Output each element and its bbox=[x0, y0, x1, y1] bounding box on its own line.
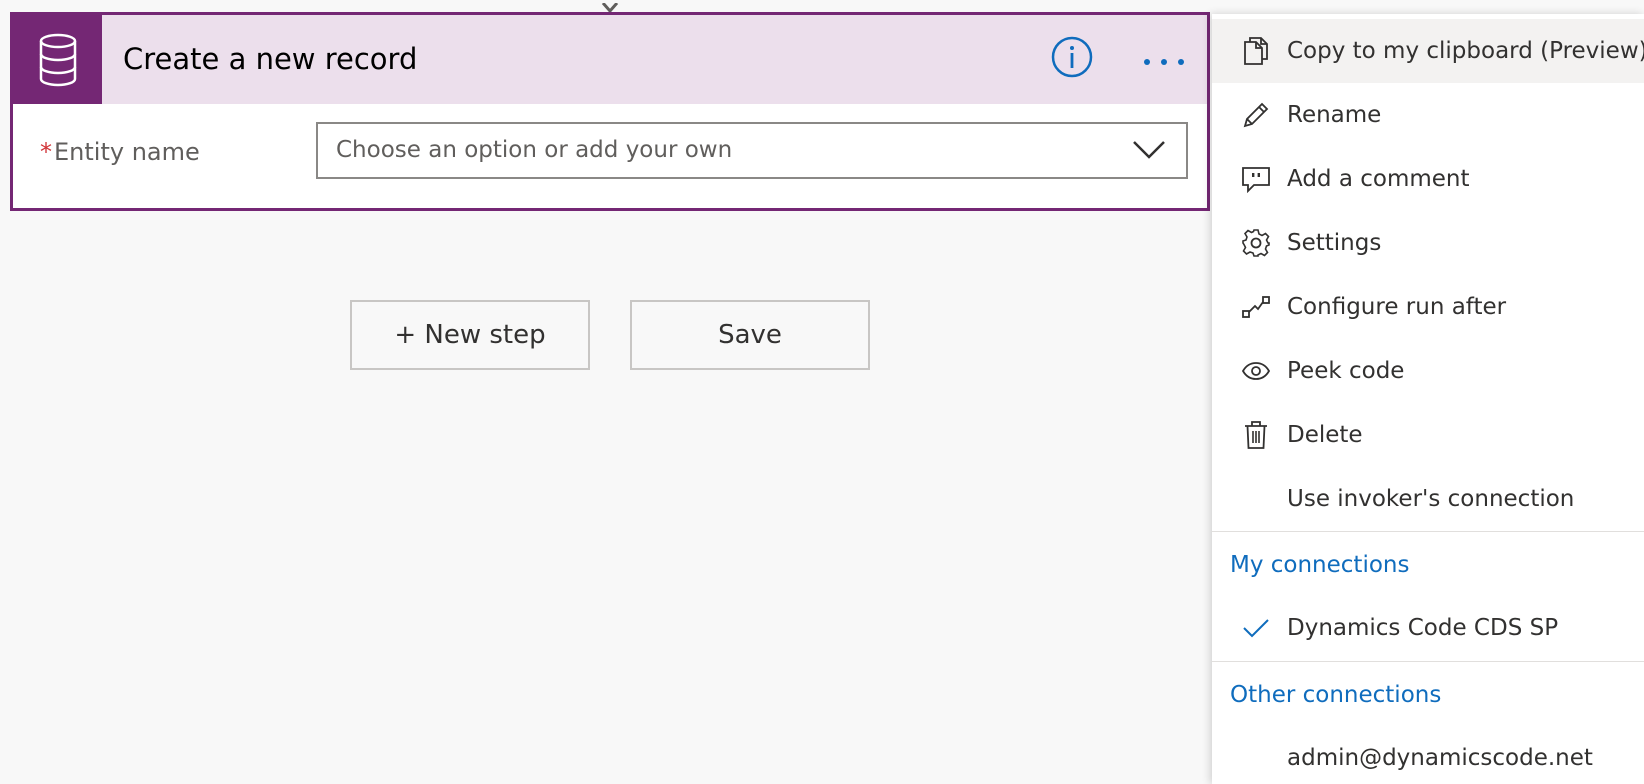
more-options-icon bbox=[1143, 51, 1185, 70]
more-options-button[interactable] bbox=[1141, 45, 1187, 75]
entity-name-placeholder: Choose an option or add your own bbox=[336, 137, 733, 163]
menu-item-label: Peek code bbox=[1287, 358, 1405, 384]
action-context-menu: Copy to my clipboard (Preview) Rename Ad… bbox=[1212, 14, 1644, 784]
save-button[interactable]: Save bbox=[630, 300, 870, 370]
card-header[interactable]: Create a new record bbox=[13, 15, 1207, 104]
new-step-button[interactable]: + New step bbox=[350, 300, 590, 370]
entity-name-label-text: Entity name bbox=[54, 138, 200, 166]
other-connections-heading: Other connections bbox=[1230, 682, 1442, 708]
menu-item-add-comment[interactable]: Add a comment bbox=[1212, 147, 1644, 211]
entity-name-dropdown[interactable]: Choose an option or add your own bbox=[316, 122, 1188, 179]
menu-item-label: Settings bbox=[1287, 230, 1382, 256]
menu-divider bbox=[1212, 531, 1644, 532]
connection-item-dynamics-code-cds-sp[interactable]: Dynamics Code CDS SP bbox=[1212, 596, 1644, 660]
menu-item-label: Delete bbox=[1287, 422, 1363, 448]
checkmark-icon bbox=[1240, 612, 1272, 644]
entity-name-label: *Entity name bbox=[40, 131, 200, 173]
pencil-icon bbox=[1240, 99, 1272, 131]
run-after-icon bbox=[1240, 291, 1272, 323]
my-connections-heading: My connections bbox=[1230, 552, 1410, 578]
menu-item-rename[interactable]: Rename bbox=[1212, 83, 1644, 147]
menu-item-use-invoker-connection[interactable]: Use invoker's connection bbox=[1212, 467, 1644, 531]
copy-icon bbox=[1240, 35, 1272, 67]
menu-item-delete[interactable]: Delete bbox=[1212, 403, 1644, 467]
menu-item-label: Copy to my clipboard (Preview) bbox=[1287, 38, 1644, 64]
action-card-create-record[interactable]: Create a new record *Entity name Choose … bbox=[10, 12, 1210, 211]
menu-divider bbox=[1212, 661, 1644, 662]
comment-icon bbox=[1240, 163, 1272, 195]
connection-item-admin[interactable]: admin@dynamicscode.net bbox=[1212, 726, 1644, 784]
menu-item-label: Use invoker's connection bbox=[1287, 486, 1575, 512]
info-button[interactable] bbox=[1051, 36, 1093, 82]
connection-label: admin@dynamicscode.net bbox=[1287, 745, 1593, 771]
menu-item-configure-run-after[interactable]: Configure run after bbox=[1212, 275, 1644, 339]
menu-item-label: Configure run after bbox=[1287, 294, 1507, 320]
menu-item-copy-to-clipboard[interactable]: Copy to my clipboard (Preview) bbox=[1212, 19, 1644, 83]
menu-item-label: Rename bbox=[1287, 102, 1382, 128]
required-mark: * bbox=[40, 138, 52, 166]
connection-label: Dynamics Code CDS SP bbox=[1287, 615, 1559, 641]
card-title: Create a new record bbox=[123, 42, 418, 76]
menu-item-label: Add a comment bbox=[1287, 166, 1470, 192]
menu-item-settings[interactable]: Settings bbox=[1212, 211, 1644, 275]
chevron-down-icon[interactable] bbox=[1132, 138, 1166, 162]
info-icon bbox=[1051, 36, 1093, 82]
gear-icon bbox=[1240, 227, 1272, 259]
database-icon bbox=[13, 15, 102, 104]
menu-item-peek-code[interactable]: Peek code bbox=[1212, 339, 1644, 403]
connector-arrow bbox=[600, 0, 620, 14]
trash-icon bbox=[1240, 419, 1272, 451]
eye-icon bbox=[1240, 355, 1272, 387]
